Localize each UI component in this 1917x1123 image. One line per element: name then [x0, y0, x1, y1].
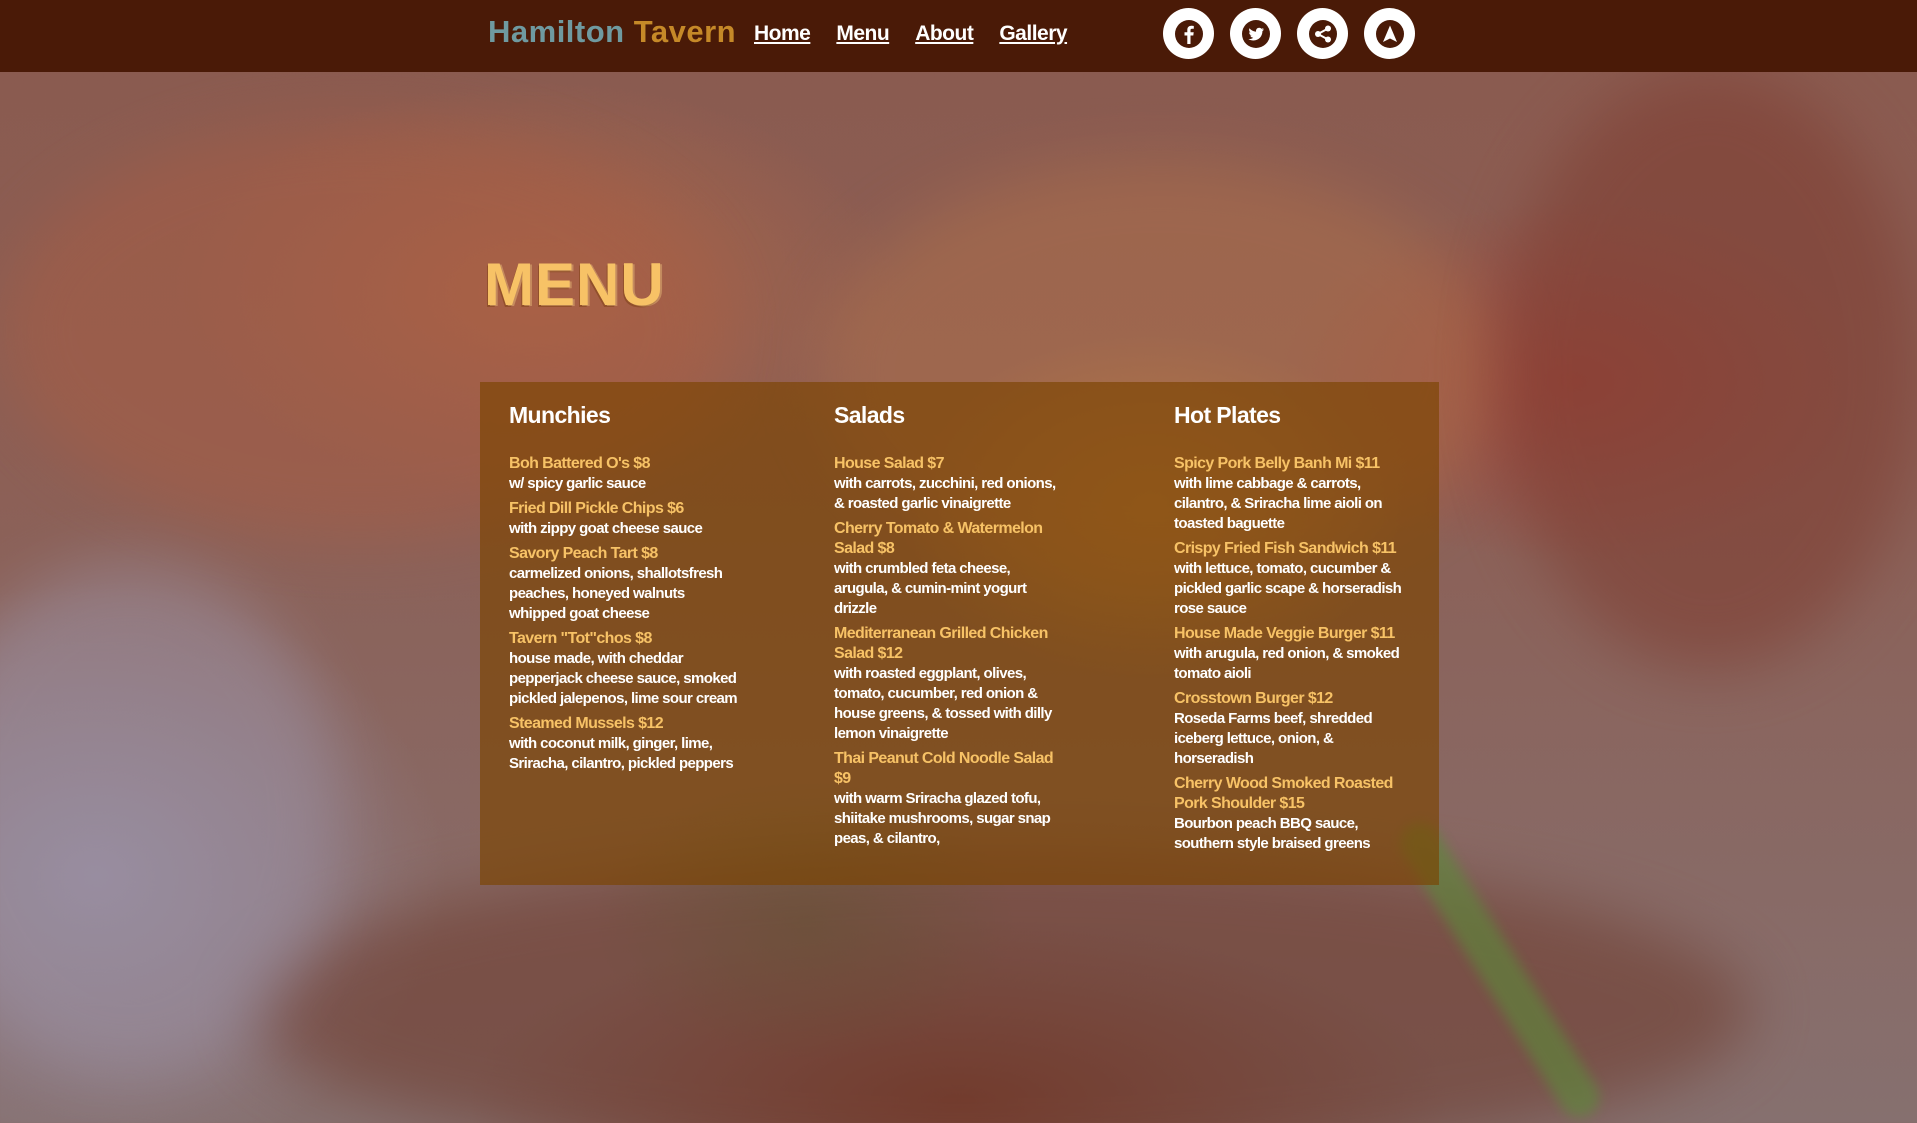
- menu-item: Cherry Tomato & Watermelon Salad $8 with…: [834, 519, 1064, 619]
- nav-menu-link[interactable]: Menu: [836, 22, 889, 46]
- menu-item: Crispy Fried Fish Sandwich $11 with lett…: [1174, 539, 1406, 619]
- menu-item-description: with carrots, zucchini, red onions, & ro…: [834, 475, 1056, 512]
- menu-item-name: Thai Peanut Cold Noodle Salad $9: [834, 750, 1054, 787]
- menu-column-munchies: Munchies Boh Battered O's $8 w/ spicy ga…: [509, 402, 739, 779]
- menu-item-name: Savory Peach Tart $8: [509, 545, 658, 562]
- menu-item-description: carmelized onions, shallotsfresh peaches…: [509, 565, 723, 622]
- menu-item-description: Roseda Farms beef, shredded iceberg lett…: [1174, 710, 1373, 767]
- twitter-icon: [1241, 19, 1270, 48]
- main-nav: Home Menu About Gallery: [754, 22, 1068, 46]
- menu-item-name: Crispy Fried Fish Sandwich $11: [1174, 540, 1397, 557]
- brand-logo[interactable]: Hamilton Tavern: [488, 14, 736, 50]
- menu-item-name: Crosstown Burger $12: [1174, 690, 1333, 707]
- menu-item: Boh Battered O's $8 w/ spicy garlic sauc…: [509, 454, 739, 494]
- nav-home-link[interactable]: Home: [754, 22, 811, 46]
- menu-item-description: with lettuce, tomato, cucumber & pickled…: [1174, 560, 1402, 617]
- menu-item-name: Spicy Pork Belly Banh Mi $11: [1174, 455, 1380, 472]
- menu-item: Tavern "Tot"chos $8 house made, with che…: [509, 629, 739, 709]
- menu-item-name: Mediterranean Grilled Chicken Salad $12: [834, 625, 1048, 662]
- menu-panel: Munchies Boh Battered O's $8 w/ spicy ga…: [480, 382, 1439, 885]
- nav-about-link[interactable]: About: [915, 22, 974, 46]
- page-title: MENU: [484, 251, 665, 318]
- menu-item-name: Tavern "Tot"chos $8: [509, 630, 652, 647]
- menu-item-description: w/ spicy garlic sauce: [509, 475, 646, 492]
- menu-column-salads: Salads House Salad $7 with carrots, zucc…: [834, 402, 1064, 854]
- menu-item-description: Bourbon peach BBQ sauce, southern style …: [1174, 815, 1371, 852]
- facebook-icon: [1174, 19, 1203, 48]
- menu-item-description: with coconut milk, ginger, lime, Srirach…: [509, 735, 734, 772]
- directions-button[interactable]: [1364, 8, 1415, 59]
- menu-item-name: Steamed Mussels $12: [509, 715, 664, 732]
- menu-item-description: with zippy goat cheese sauce: [509, 520, 703, 537]
- menu-item-description: with warm Sriracha glazed tofu, shiitake…: [834, 790, 1051, 847]
- share-icon: [1308, 19, 1337, 48]
- menu-item: House Salad $7 with carrots, zucchini, r…: [834, 454, 1064, 514]
- menu-item-name: House Salad $7: [834, 455, 944, 472]
- social-links: [1163, 8, 1415, 59]
- menu-item: Steamed Mussels $12 with coconut milk, g…: [509, 714, 739, 774]
- menu-item: Fried Dill Pickle Chips $6 with zippy go…: [509, 499, 739, 539]
- menu-item-name: Fried Dill Pickle Chips $6: [509, 500, 684, 517]
- twitter-button[interactable]: [1230, 8, 1281, 59]
- navigation-arrow-icon: [1375, 19, 1404, 48]
- menu-item-name: Boh Battered O's $8: [509, 455, 650, 472]
- share-button[interactable]: [1297, 8, 1348, 59]
- background-blur: [1500, 70, 1917, 670]
- menu-item: Thai Peanut Cold Noodle Salad $9 with wa…: [834, 749, 1064, 849]
- menu-item: Cherry Wood Smoked Roasted Pork Shoulder…: [1174, 774, 1406, 854]
- menu-item-description: with arugula, red onion, & smoked tomato…: [1174, 645, 1400, 682]
- menu-item-name: Cherry Tomato & Watermelon Salad $8: [834, 520, 1043, 557]
- brand-word-1: Hamilton: [488, 14, 625, 49]
- menu-item-name: Cherry Wood Smoked Roasted Pork Shoulder…: [1174, 775, 1393, 812]
- menu-item: Mediterranean Grilled Chicken Salad $12 …: [834, 624, 1064, 744]
- menu-item-description: with lime cabbage & carrots, cilantro, &…: [1174, 475, 1383, 532]
- brand-word-2: Tavern: [633, 14, 737, 49]
- column-title: Munchies: [509, 402, 611, 428]
- menu-item-description: with crumbled feta cheese, arugula, & cu…: [834, 560, 1027, 617]
- menu-item: Savory Peach Tart $8 carmelized onions, …: [509, 544, 739, 624]
- column-title: Hot Plates: [1174, 402, 1281, 428]
- nav-gallery-link[interactable]: Gallery: [999, 22, 1067, 46]
- column-title: Salads: [834, 402, 905, 428]
- top-navbar: Hamilton Tavern Home Menu About Gallery: [0, 0, 1917, 72]
- menu-column-hot-plates: Hot Plates Spicy Pork Belly Banh Mi $11 …: [1174, 402, 1406, 859]
- menu-item-description: house made, with cheddar pepperjack chee…: [509, 650, 738, 707]
- menu-item: Spicy Pork Belly Banh Mi $11 with lime c…: [1174, 454, 1406, 534]
- menu-item: House Made Veggie Burger $11 with arugul…: [1174, 624, 1406, 684]
- menu-item-name: House Made Veggie Burger $11: [1174, 625, 1395, 642]
- facebook-button[interactable]: [1163, 8, 1214, 59]
- menu-item-description: with roasted eggplant, olives, tomato, c…: [834, 665, 1052, 742]
- menu-item: Crosstown Burger $12 Roseda Farms beef, …: [1174, 689, 1406, 769]
